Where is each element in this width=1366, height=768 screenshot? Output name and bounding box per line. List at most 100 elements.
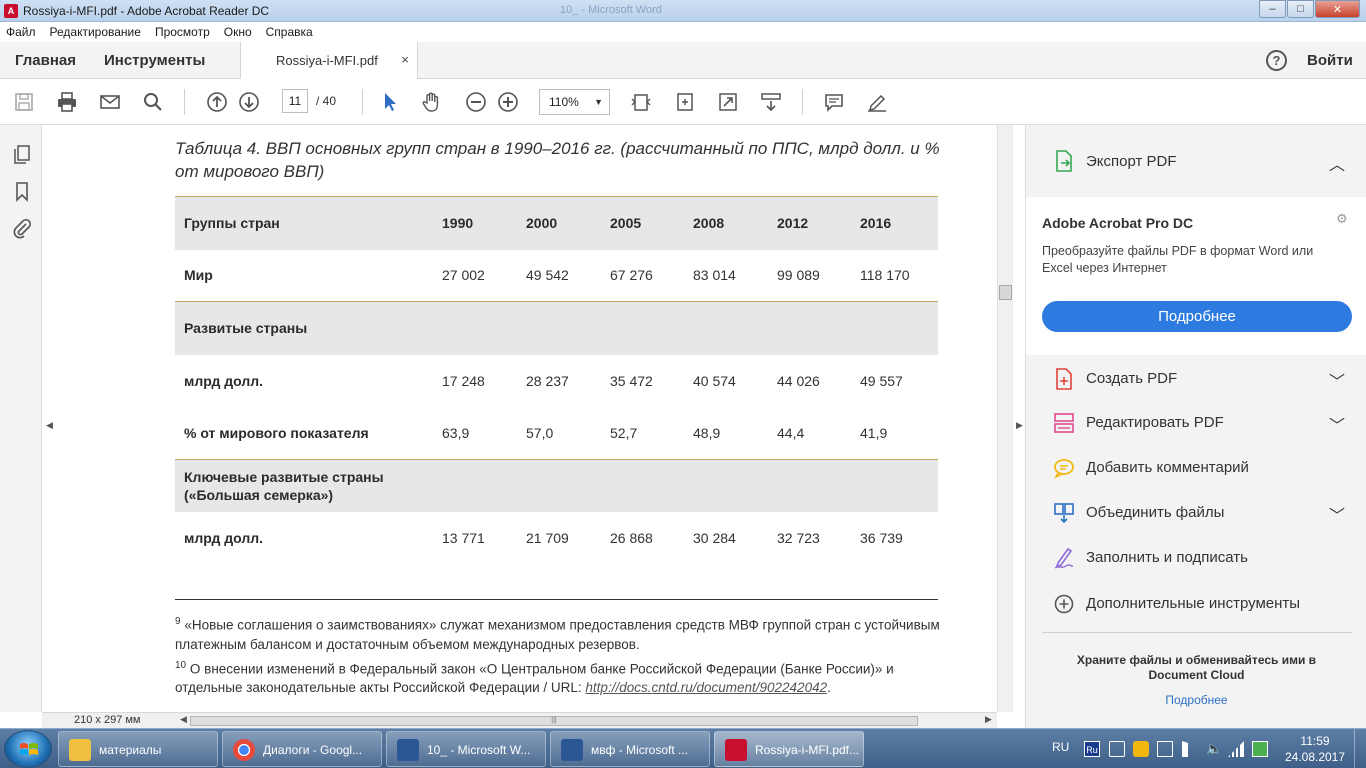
tool-combine-files[interactable]: Объединить файлы ﹀ <box>1026 493 1366 533</box>
taskbar-item-acrobat[interactable]: Rossiya-i-MFI.pdf... <box>714 731 864 767</box>
table-cell: 49 542 <box>526 267 569 284</box>
comment-icon[interactable] <box>822 90 846 114</box>
menu-help[interactable]: Справка <box>266 25 313 39</box>
create-pdf-icon <box>1056 368 1072 390</box>
table-cell: 27 002 <box>442 267 485 284</box>
rotate-view-icon[interactable] <box>673 90 697 114</box>
document-tab[interactable]: Rossiya-i-MFI.pdf × <box>240 42 418 79</box>
tray-app-icon[interactable] <box>1133 741 1149 757</box>
zoom-in-icon[interactable] <box>496 90 520 114</box>
taskbar-item-label: Rossiya-i-MFI.pdf... <box>755 743 860 757</box>
footnote-link[interactable]: http://docs.cntd.ru/document/902242042 <box>585 680 827 695</box>
left-navigation-rail <box>0 125 42 712</box>
table-cell: 44 026 <box>777 372 820 389</box>
scrollbar-thumb[interactable] <box>999 285 1012 300</box>
table-row: млрд долл. 13 771 21 709 26 868 30 284 3… <box>175 512 938 565</box>
cloud-learn-more-link[interactable]: Подробнее <box>1026 693 1366 707</box>
attachments-icon[interactable] <box>11 217 33 239</box>
table-cell: 32 723 <box>777 530 820 547</box>
taskbar-item-label: 10_ - Microsoft W... <box>427 743 531 757</box>
table-cell: 52,7 <box>610 424 638 441</box>
taskbar-item-folder[interactable]: материалы <box>58 731 218 767</box>
word-icon <box>397 739 419 761</box>
language-indicator[interactable]: RU <box>1052 740 1069 754</box>
collapse-left-panel-icon[interactable]: ◀ <box>46 420 53 431</box>
home-tab[interactable]: Главная <box>15 52 76 69</box>
expand-right-panel-icon[interactable]: ▶ <box>1016 420 1023 431</box>
taskbar-item-word-2[interactable]: мвф - Microsoft ... <box>550 731 710 767</box>
menu-bar: Файл Редактирование Просмотр Окно Справк… <box>0 22 1366 42</box>
help-icon[interactable]: ? <box>1266 50 1287 71</box>
page-up-icon[interactable] <box>205 90 229 114</box>
highlight-pen-icon[interactable] <box>865 90 889 114</box>
search-icon[interactable] <box>141 90 165 114</box>
minimize-button[interactable]: – <box>1259 0 1286 18</box>
close-window-button[interactable]: ✕ <box>1315 0 1360 18</box>
tools-tab[interactable]: Инструменты <box>104 52 205 69</box>
scroll-right-icon[interactable]: ▶ <box>985 714 992 725</box>
select-cursor-icon[interactable] <box>378 90 402 114</box>
login-button[interactable]: Войти <box>1307 52 1353 69</box>
table-cell: 17 248 <box>442 372 485 389</box>
footnote: 10 О внесении изменений в Федеральный за… <box>175 656 940 698</box>
flag-icon[interactable] <box>1182 741 1198 757</box>
settings-icon[interactable]: ⚙ <box>1336 211 1348 227</box>
tool-edit-pdf[interactable]: Редактировать PDF ﹀ <box>1026 403 1366 443</box>
hand-tool-icon[interactable] <box>420 90 444 114</box>
bookmarks-icon[interactable] <box>11 180 33 202</box>
learn-more-button[interactable]: Подробнее <box>1042 301 1352 332</box>
chevron-up-icon[interactable]: ︿ <box>1329 151 1345 175</box>
tool-add-comment[interactable]: Добавить комментарий <box>1026 448 1366 488</box>
document-tab-label: Rossiya-i-MFI.pdf <box>276 53 378 68</box>
volume-icon[interactable]: 🔈 <box>1206 741 1222 757</box>
cloud-promo-title: Храните файлы и обменивайтесь ими в Docu… <box>1076 653 1317 682</box>
more-tools-icon <box>1054 594 1074 614</box>
print-icon[interactable] <box>55 90 79 114</box>
export-pdf-header[interactable]: Экспорт PDF ︿ <box>1026 125 1366 197</box>
scrollbar-thumb[interactable]: ||| <box>190 716 918 726</box>
table-header-row: Группы стран 1990 2000 2005 2008 2012 20… <box>175 197 938 250</box>
signal-icon[interactable] <box>1228 741 1244 757</box>
save-icon[interactable] <box>12 90 36 114</box>
row-label: % от мирового показателя <box>184 424 369 441</box>
horizontal-scrollbar[interactable]: ◀ ||| ▶ <box>180 714 992 726</box>
close-tab-icon[interactable]: × <box>401 52 409 67</box>
page-down-icon[interactable] <box>237 90 261 114</box>
table-cell: 36 739 <box>860 530 903 547</box>
menu-file[interactable]: Файл <box>6 25 36 39</box>
tool-create-pdf[interactable]: Создать PDF ﹀ <box>1026 359 1366 399</box>
document-view[interactable]: Таблица 4. ВВП основных групп стран в 19… <box>60 125 997 712</box>
page-thumbnails-icon[interactable] <box>11 143 33 165</box>
tray-app-icon[interactable] <box>1109 741 1125 757</box>
footnote-number: 9 <box>175 616 181 627</box>
menu-edit[interactable]: Редактирование <box>50 25 141 39</box>
menu-window[interactable]: Окно <box>224 25 252 39</box>
clock[interactable]: 11:59 24.08.2017 <box>1280 733 1350 765</box>
table-cell: 41,9 <box>860 424 888 441</box>
footnotes: 9 «Новые соглашения о заимствованиях» сл… <box>175 612 940 699</box>
tool-more-tools[interactable]: Дополнительные инструменты <box>1026 584 1366 624</box>
clock-time: 11:59 <box>1300 734 1330 748</box>
zoom-out-icon[interactable] <box>464 90 488 114</box>
email-icon[interactable] <box>98 90 122 114</box>
zoom-select[interactable]: 110% ▼ <box>539 89 610 115</box>
tool-label: Создать PDF <box>1086 370 1178 387</box>
start-button[interactable] <box>4 730 52 768</box>
vertical-scrollbar[interactable] <box>997 125 1013 712</box>
tray-app-icon[interactable] <box>1157 741 1173 757</box>
full-screen-icon[interactable] <box>716 90 740 114</box>
table-cell: 13 771 <box>442 530 485 547</box>
page-number-input[interactable]: 11 <box>282 89 308 113</box>
menu-view[interactable]: Просмотр <box>155 25 210 39</box>
maximize-button[interactable]: □ <box>1287 0 1314 18</box>
keyboard-layout-icon[interactable]: Ru <box>1084 741 1100 757</box>
tool-fill-sign[interactable]: Заполнить и подписать <box>1026 538 1366 578</box>
show-desktop-button[interactable] <box>1354 729 1366 768</box>
scroll-left-icon[interactable]: ◀ <box>180 714 187 725</box>
battery-icon[interactable] <box>1252 741 1268 757</box>
fit-page-icon[interactable] <box>629 90 653 114</box>
taskbar-item-word-1[interactable]: 10_ - Microsoft W... <box>386 731 546 767</box>
taskbar-item-chrome[interactable]: Диалоги - Googl... <box>222 731 382 767</box>
read-mode-icon[interactable] <box>759 90 783 114</box>
clock-date: 24.08.2017 <box>1284 750 1346 764</box>
